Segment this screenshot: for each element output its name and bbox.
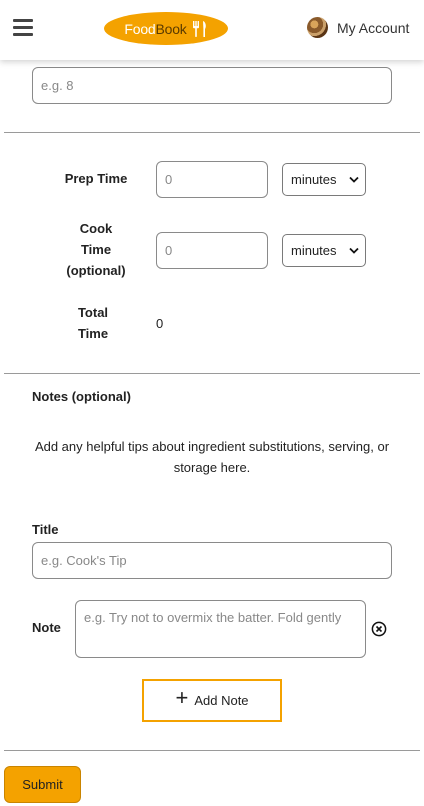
cook-time-label-line2: Time xyxy=(80,242,112,257)
note-title-placeholder: e.g. Cook's Tip xyxy=(41,553,127,568)
app-header: Food Book My Account xyxy=(0,0,424,60)
menu-icon[interactable] xyxy=(13,19,33,37)
foodbook-logo[interactable]: Food Book xyxy=(104,12,228,45)
servings-placeholder: e.g. 8 xyxy=(41,78,74,93)
add-note-label: Add Note xyxy=(194,693,249,708)
logo-text-food: Food xyxy=(124,20,156,37)
chevron-down-icon xyxy=(349,247,359,254)
note-title-input[interactable]: e.g. Cook's Tip xyxy=(32,542,392,579)
note-label: Note xyxy=(32,620,61,635)
notes-description: Add any helpful tips about ingredient su… xyxy=(34,439,390,475)
chevron-down-icon xyxy=(349,176,359,183)
total-time-label-line2: Time xyxy=(77,326,109,341)
prep-time-unit-value: minutes xyxy=(291,172,337,187)
cook-time-unit-select[interactable]: minutes xyxy=(282,234,366,267)
cook-time-placeholder: 0 xyxy=(165,243,173,258)
prep-time-input[interactable]: 0 xyxy=(156,161,268,198)
cook-time-label-line3: (optional) xyxy=(66,263,126,278)
total-time-value: 0 xyxy=(156,316,164,331)
notes-heading: Notes (optional) xyxy=(32,389,131,404)
note-textarea[interactable]: e.g. Try not to overmix the batter. Fold… xyxy=(75,600,366,658)
total-time-label: Total Time xyxy=(60,302,126,344)
prep-time-unit-select[interactable]: minutes xyxy=(282,163,366,196)
total-time-label-line1: Total xyxy=(77,305,109,320)
section-divider xyxy=(4,132,420,133)
plus-icon: + xyxy=(175,684,189,710)
section-divider xyxy=(4,373,420,374)
note-title-label: Title xyxy=(32,522,59,537)
utensils-icon xyxy=(192,20,206,37)
add-note-button[interactable]: + Add Note xyxy=(142,679,282,722)
cook-time-label: Cook Time (optional) xyxy=(60,218,132,281)
cookie-avatar xyxy=(307,17,328,38)
my-account-link[interactable]: My Account xyxy=(307,17,409,38)
close-circle-icon[interactable] xyxy=(371,621,387,637)
prep-time-placeholder: 0 xyxy=(165,172,173,187)
cook-time-label-line1: Cook xyxy=(79,221,113,236)
servings-input[interactable]: e.g. 8 xyxy=(32,67,392,104)
logo-text-book: Book xyxy=(155,20,187,37)
my-account-label: My Account xyxy=(337,19,410,36)
note-placeholder: e.g. Try not to overmix the batter. Fold… xyxy=(84,610,342,625)
submit-button[interactable]: Submit xyxy=(4,766,81,803)
cook-time-input[interactable]: 0 xyxy=(156,232,268,269)
cook-time-unit-value: minutes xyxy=(291,243,337,258)
section-divider xyxy=(4,750,420,751)
prep-time-label: Prep Time xyxy=(64,171,128,186)
